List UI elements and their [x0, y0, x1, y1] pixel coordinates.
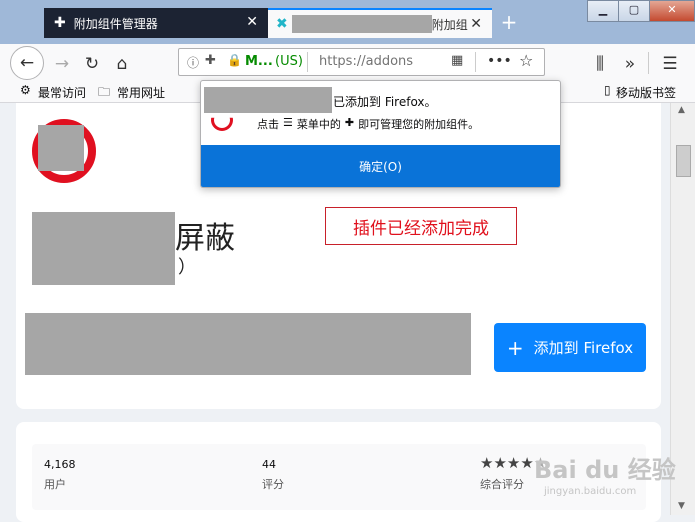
- users-label: 用户: [44, 478, 66, 491]
- overflow-chevron-icon[interactable]: »: [616, 50, 644, 78]
- redacted-addon-name: [32, 212, 175, 285]
- scrollbar-thumb[interactable]: [676, 145, 691, 177]
- lock-icon: 🔒: [227, 53, 242, 67]
- folder-icon: 🗀: [98, 85, 111, 99]
- tab-label: 附加组: [431, 17, 468, 32]
- scroll-up-icon[interactable]: ▲: [678, 105, 685, 115]
- addon-page-icon: ✖: [276, 16, 288, 32]
- url-text[interactable]: https://addons: [319, 54, 419, 69]
- menu-icon[interactable]: ☰: [656, 50, 684, 78]
- url-divider: [307, 52, 308, 72]
- reviews-value[interactable]: 44: [262, 458, 276, 471]
- close-icon[interactable]: ✕: [470, 16, 482, 32]
- close-icon[interactable]: ✕: [246, 14, 258, 30]
- addon-name-paren: ）: [178, 257, 196, 278]
- navigation-toolbar: ← → ↻ ⌂ ⓘ ✚ 🔒 M... (US) https://addons ▦…: [0, 44, 695, 81]
- reviews-label: 评分: [262, 478, 284, 491]
- popup-hint: 点击 ☰ 菜单中的 ✚ 即可管理您的附加组件。: [257, 116, 479, 132]
- users-value: 4,168: [44, 458, 76, 471]
- reload-button[interactable]: ↻: [78, 50, 106, 78]
- qr-code-icon[interactable]: ▦: [451, 53, 463, 68]
- ok-button[interactable]: 确定(O): [201, 145, 560, 187]
- watermark-url: jingyan.baidu.com: [544, 486, 637, 497]
- url-divider: [475, 52, 476, 72]
- new-tab-button[interactable]: +: [496, 8, 522, 36]
- bookmark-common-sites[interactable]: 常用网址: [117, 84, 165, 101]
- site-identity[interactable]: M...: [245, 54, 273, 69]
- redacted-logo: [38, 125, 84, 171]
- watermark-brand: Bai du 经验: [534, 456, 676, 484]
- window-close-button[interactable]: ✕: [649, 0, 695, 22]
- rating-label: 综合评分: [480, 478, 524, 491]
- puzzle-icon: ✚: [54, 15, 66, 31]
- back-button[interactable]: ←: [10, 46, 44, 80]
- popup-title: 已添加到 Firefox。: [333, 95, 437, 109]
- addon-installed-popup: 已添加到 Firefox。 点击 ☰ 菜单中的 ✚ 即可管理您的附加组件。 确定…: [200, 80, 561, 188]
- tab-addon-page[interactable]: ✖ 附加组 ✕: [268, 8, 492, 38]
- page-actions-icon[interactable]: •••: [487, 53, 512, 69]
- menu-icon: ☰: [283, 116, 293, 129]
- library-icon[interactable]: ⫼: [586, 50, 614, 78]
- gear-icon: ⚙: [20, 83, 31, 97]
- info-icon[interactable]: ⓘ: [187, 54, 199, 71]
- toolbar-divider: [648, 52, 649, 74]
- hint-menu: 菜单中的: [296, 118, 341, 131]
- annotation-label: 插件已经添加完成: [325, 207, 517, 245]
- minimize-button[interactable]: ▁: [587, 0, 619, 22]
- bookmark-mobile[interactable]: 移动版书签: [616, 84, 676, 101]
- puzzle-icon: ✚: [344, 116, 355, 129]
- add-button-label: 添加到 Firefox: [533, 339, 634, 357]
- tab-strip: ✚ 附加组件管理器 ✕ ✖ 附加组 ✕ + ▁ ▢ ✕: [0, 0, 695, 44]
- redacted-description: [25, 313, 471, 375]
- redacted-addon-title: [204, 87, 332, 113]
- puzzle-icon[interactable]: ✚: [205, 53, 216, 68]
- tab-addons-manager[interactable]: ✚ 附加组件管理器 ✕: [44, 8, 268, 38]
- plus-icon: +: [506, 335, 524, 360]
- maximize-button[interactable]: ▢: [618, 0, 650, 22]
- hint-prefix: 点击: [257, 118, 279, 131]
- addon-name: 屏蔽: [175, 221, 235, 256]
- hint-suffix: 即可管理您的附加组件。: [358, 118, 480, 131]
- mobile-icon: ▯: [604, 83, 611, 97]
- tab-label: 附加组件管理器: [73, 16, 158, 31]
- forward-button[interactable]: →: [48, 50, 76, 78]
- scroll-down-icon[interactable]: ▼: [678, 501, 685, 511]
- add-to-firefox-button[interactable]: + 添加到 Firefox: [494, 323, 646, 372]
- bookmark-most-visited[interactable]: 最常访问: [38, 84, 86, 101]
- url-bar[interactable]: ⓘ ✚ 🔒 M... (US) https://addons ▦ ••• ☆: [178, 48, 545, 76]
- home-icon[interactable]: ⌂: [108, 50, 136, 78]
- bookmark-star-icon[interactable]: ☆: [519, 51, 533, 70]
- redacted-tab-title: [291, 15, 432, 33]
- site-region: (US): [275, 54, 303, 69]
- window-controls: ▁ ▢ ✕: [587, 0, 695, 22]
